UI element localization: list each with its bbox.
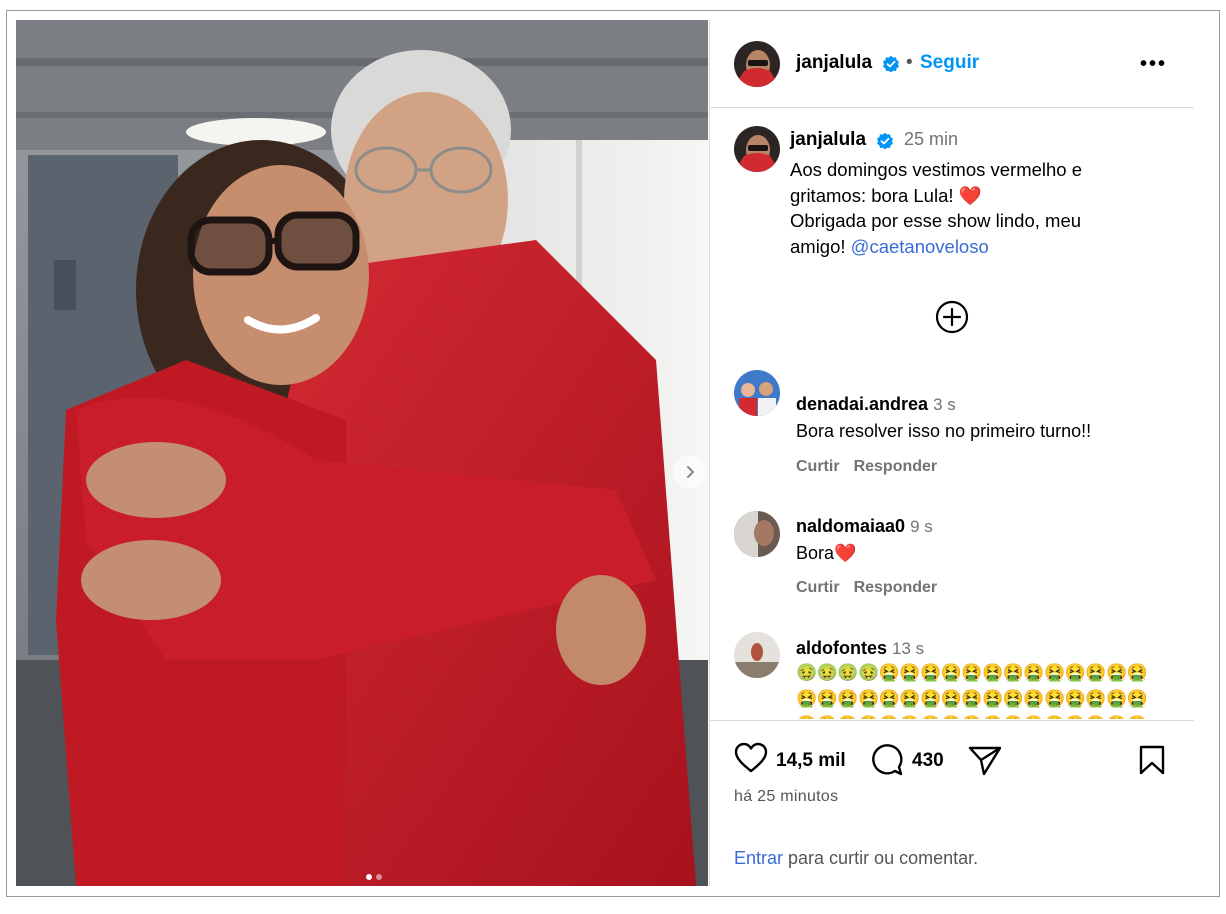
comment-text: Bora❤️ (796, 543, 857, 563)
comment-username-row: denadai.andrea 3 s (796, 394, 956, 415)
caption-time: 25 min (904, 129, 959, 149)
header-separator: • (906, 52, 913, 73)
chevron-right-icon (687, 466, 694, 478)
heart-icon (734, 742, 768, 773)
carousel-indicator (366, 874, 382, 880)
caption-username[interactable]: janjalula (790, 129, 866, 151)
comment-username[interactable]: aldofontes (796, 638, 887, 658)
comment-avatar[interactable] (734, 511, 780, 557)
more-options-button[interactable]: ••• (1140, 53, 1167, 76)
comment-button[interactable] (870, 743, 904, 782)
caption-line: Obrigada por esse show lindo, meu (790, 210, 1082, 231)
login-prompt-text: para curtir ou comentar. (783, 848, 979, 868)
post-timestamp: há 25 minutos (734, 788, 839, 805)
caption-line: gritamos: bora Lula! ❤️ (790, 184, 982, 206)
follow-button[interactable]: Seguir (920, 52, 979, 74)
caption-line: Aos domingos vestimos vermelho e (790, 159, 1083, 180)
header-username[interactable]: janjalula (796, 52, 872, 74)
comment-like-button[interactable]: Curtir (796, 579, 840, 596)
caption-line-last: amigo! @caetanoveloso (790, 234, 1160, 260)
comment-like-button[interactable]: Curtir (796, 458, 840, 475)
carousel-next-button[interactable] (673, 455, 707, 489)
comment-reply-button[interactable]: Responder (854, 458, 938, 475)
save-button[interactable] (1138, 744, 1166, 781)
comment-actions: Curtir Responder (796, 458, 951, 476)
comment-avatar[interactable] (734, 370, 780, 416)
plus-circle-icon (935, 300, 969, 334)
like-button[interactable] (734, 742, 768, 779)
comment-reply-button[interactable]: Responder (854, 579, 938, 596)
comment-avatar[interactable] (734, 632, 780, 678)
caption-line: amigo! (790, 235, 851, 257)
likes-count[interactable]: 14,5 mil (776, 750, 846, 772)
comment-bubble-icon (872, 744, 903, 776)
carousel-dot-active (366, 874, 372, 880)
post-photo[interactable] (16, 20, 708, 886)
verified-badge-icon (876, 132, 894, 150)
comment-text: 🤢🤢🤢🤢🤮🤮🤮🤮🤮🤮🤮🤮🤮🤮🤮🤮🤮🤮🤮🤮🤮🤮🤮🤮🤮🤮🤮🤮🤮🤮🤮🤮🤮🤮🤮🤮🤮🤮🤮🤮… (796, 663, 1148, 719)
load-more-comments-button[interactable] (934, 299, 970, 335)
comments-list[interactable]: denadai.andrea 3 s Bora resolver isso no… (710, 360, 1194, 719)
post-header: janjalula • Seguir ••• (710, 20, 1194, 108)
comment-time: 9 s (910, 517, 933, 536)
post-side-panel: janjalula • Seguir ••• janjalula 25 min … (709, 20, 1194, 886)
caption-mention-link[interactable]: @caetanoveloso (851, 236, 989, 257)
comment-text: Bora resolver isso no primeiro turno!! (796, 421, 1092, 441)
bookmark-icon (1139, 745, 1165, 775)
carousel-dot (376, 874, 382, 880)
comments-count: 430 (912, 750, 944, 771)
caption-avatar[interactable] (734, 126, 780, 172)
login-prompt: Entrar para curtir ou comentar. (734, 848, 978, 869)
comment-username-row: aldofontes 13 s (796, 638, 924, 659)
verified-badge-icon (882, 55, 900, 73)
avatar[interactable] (734, 41, 780, 87)
comment-username-row: naldomaiaa0 9 s (796, 516, 933, 537)
comment-username[interactable]: denadai.andrea (796, 394, 928, 414)
share-button[interactable] (968, 744, 1002, 781)
send-icon (968, 746, 1002, 776)
photo-illustration (16, 20, 708, 886)
comment-time: 13 s (892, 639, 925, 658)
comment-actions: Curtir Responder (796, 579, 951, 597)
caption-text: Aos domingos vestimos vermelho e gritamo… (790, 157, 1160, 259)
comment-time: 3 s (933, 395, 956, 414)
login-link[interactable]: Entrar (734, 848, 783, 868)
comment-username[interactable]: naldomaiaa0 (796, 516, 905, 536)
